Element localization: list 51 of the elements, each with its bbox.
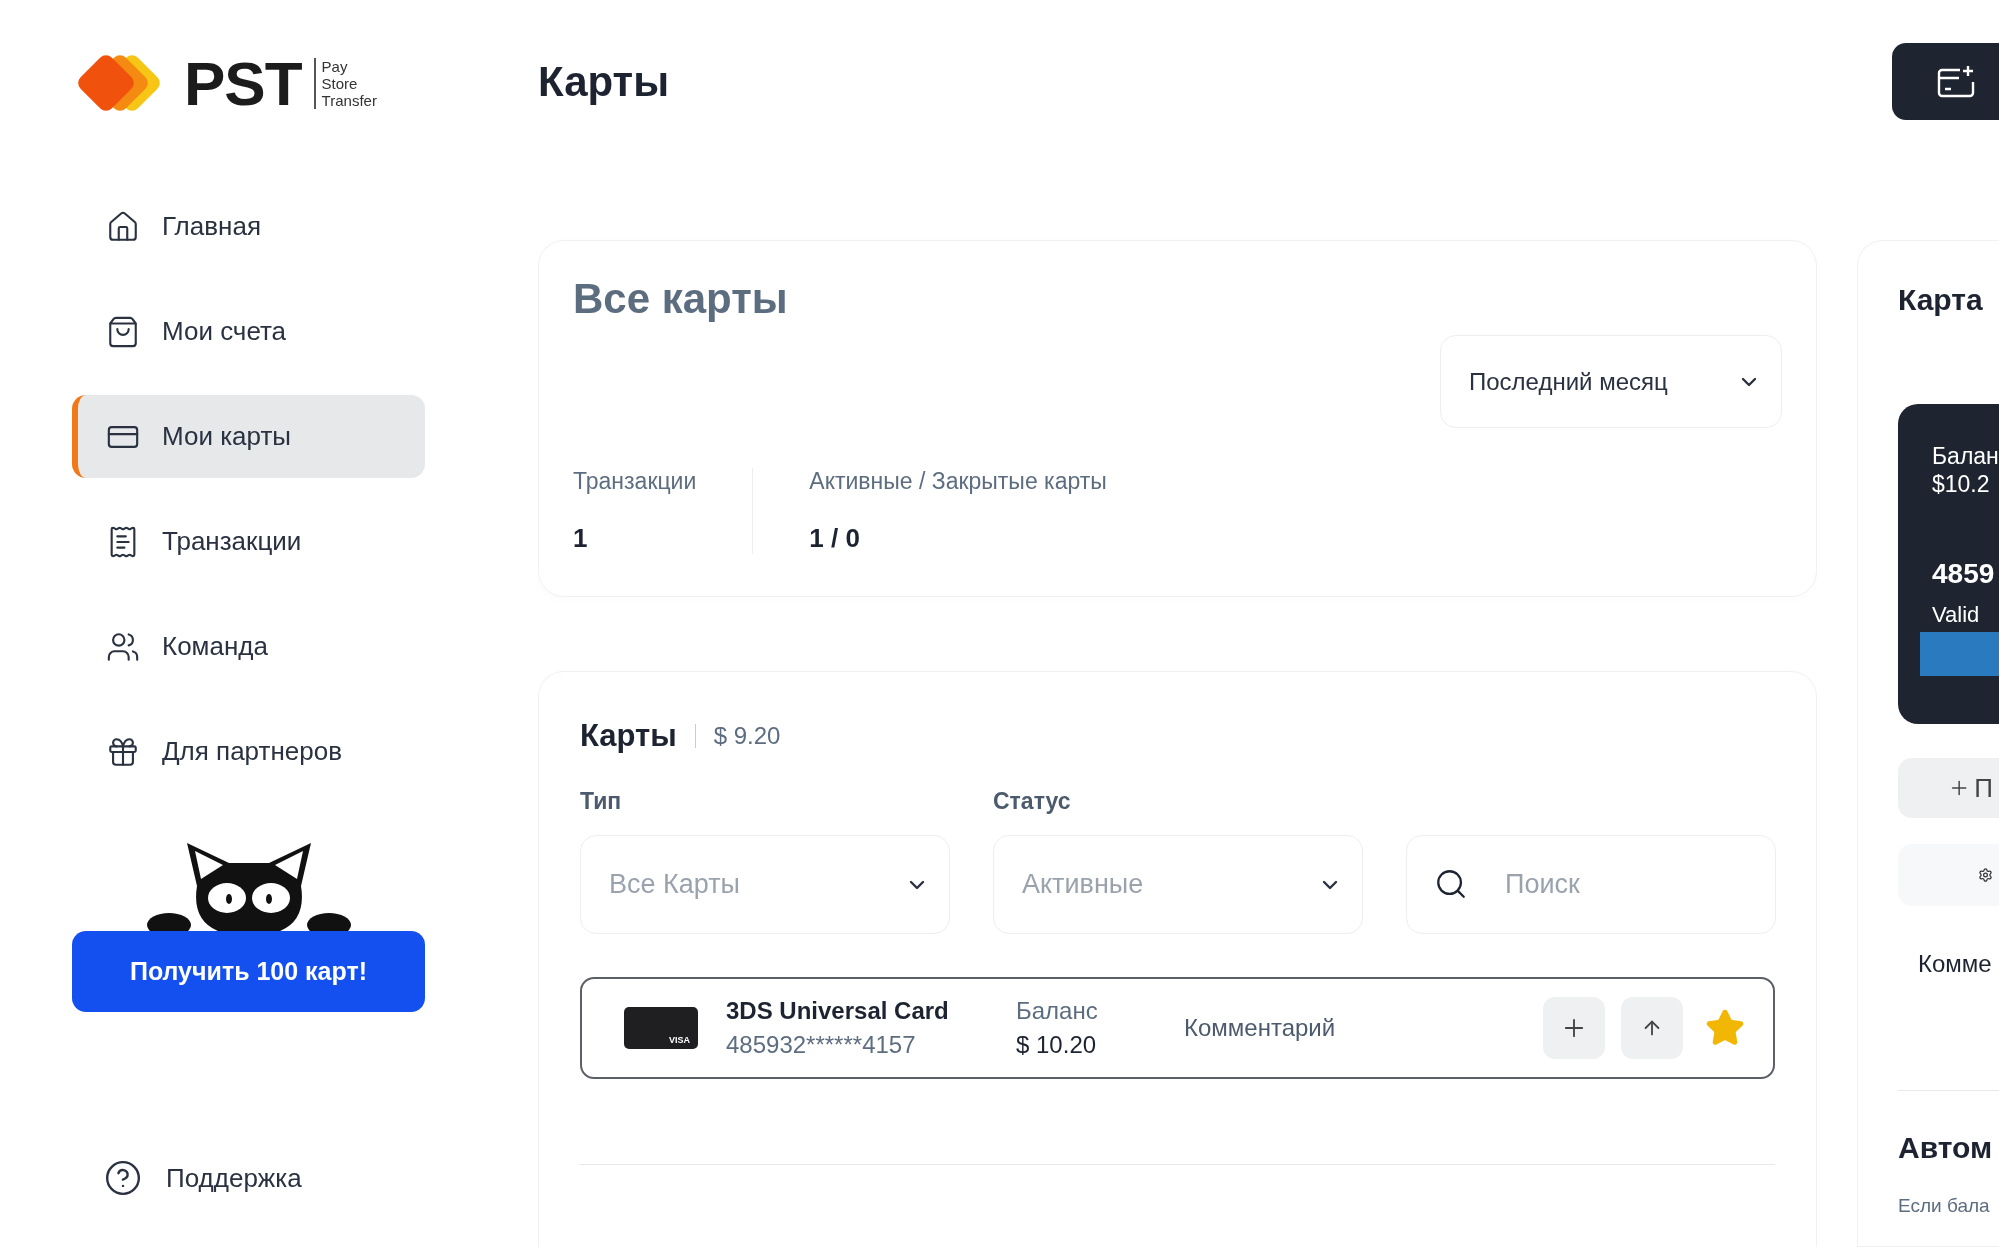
balance-value: $ 10.20 [1016,1031,1098,1059]
chevron-icon [909,879,925,890]
card-number: 485932******4157 [726,1031,917,1059]
balance-label: Балан [1932,442,1999,470]
card-row[interactable]: VISA 3DS Universal Card 485932******4157 Баланс $ 10.20 Комментарий [580,977,1775,1079]
stat-label: Транзакции [573,468,697,495]
card-title: Все карты [573,275,789,323]
stat-label: Активные / Закрытые карты [809,468,1107,495]
balance-label: Баланс [1016,997,1099,1025]
stat-value: 1 [573,523,589,554]
search-icon [1434,867,1468,901]
filter-label: Тип [580,788,623,815]
settings-button[interactable] [1898,844,1999,906]
logo-text: PST [184,47,302,119]
section-title: Карты [580,718,677,754]
sidebar-item[interactable]: Мои счета [72,290,425,373]
valid-label: Valid [1932,602,1981,628]
section-text: Если бала [1898,1195,1991,1217]
period-select[interactable]: Последний месяц [1440,335,1782,428]
sidebar-item[interactable]: Транзакции [72,500,425,583]
add-funds-button[interactable]: П [1898,758,1999,818]
comment-text: Комментарий [1184,1014,1337,1042]
page-title: Карты [538,57,671,107]
card-plus-icon [1936,63,1976,100]
nav-icon [106,209,140,244]
comment-label: Комме [1917,950,1993,978]
card-thumbnail: VISA [624,1007,698,1049]
support-link[interactable]: Поддержка [72,1159,425,1197]
balance-value: $10.2 [1932,470,1991,498]
filter-label: Статус [993,788,1072,815]
chevron-icon [1741,376,1757,387]
logo-tagline: Pay Store Transfer [313,57,377,109]
card-name: 3DS Universal Card [726,997,950,1025]
sidebar-item[interactable]: Мои карты [72,395,425,478]
total-amount: $ 9.20 [713,722,781,750]
promo-button[interactable]: Получить 100 карт! [72,931,425,1012]
top-up-button[interactable] [1621,997,1683,1059]
sidebar-item[interactable]: Главная [72,185,425,268]
add-card-button[interactable] [1892,43,1999,120]
search-field[interactable]: Поиск [1406,835,1776,934]
sidebar-item[interactable]: Для партнеров [72,710,425,793]
sidebar-item[interactable]: Команда [72,605,425,688]
panel-title: Карта [1898,283,1984,317]
stat-value: 1 / 0 [809,523,861,554]
favorite-star-icon[interactable] [1705,1008,1745,1048]
nav-icon [106,314,140,349]
help-icon [104,1159,142,1197]
card-number: 4859 [1932,558,1996,590]
section-title: Автом [1898,1131,1994,1165]
add-button[interactable] [1543,997,1605,1059]
chevron-icon [1322,879,1338,890]
